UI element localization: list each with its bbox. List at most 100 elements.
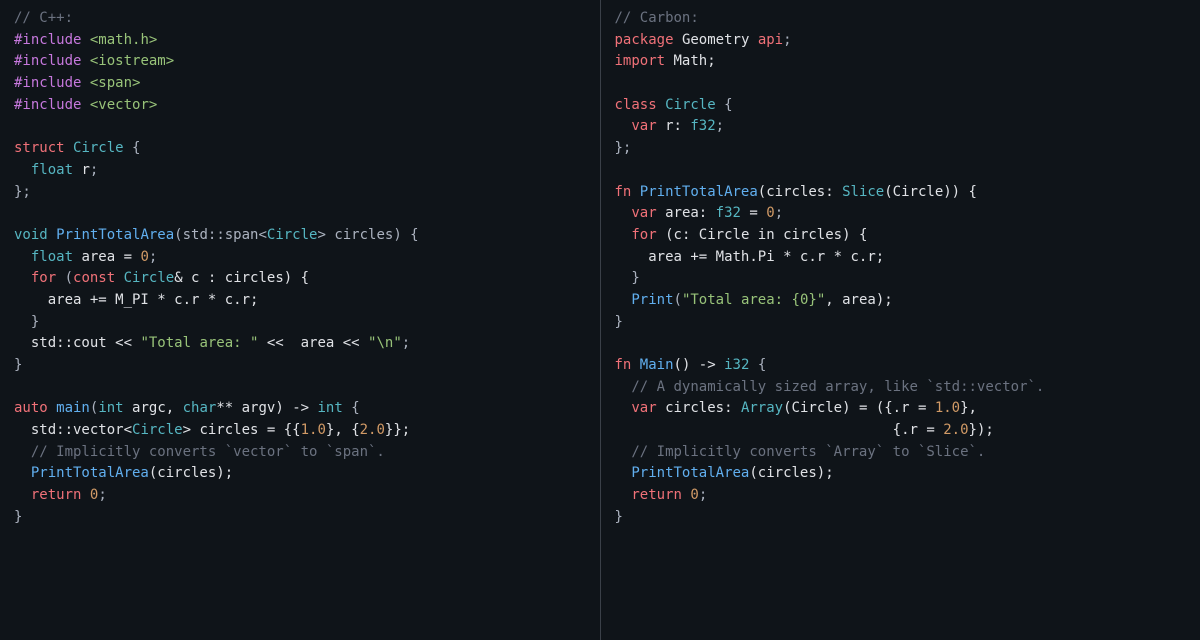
comment: // Implicitly converts `Array` to `Slice…	[615, 444, 986, 460]
carbon-comment: // Carbon:	[615, 10, 699, 26]
struct-keyword: struct	[14, 140, 65, 156]
function-call: Print	[615, 292, 674, 308]
paren: > circles) {	[317, 227, 418, 243]
cpp-comment: // C++:	[14, 10, 73, 26]
return-type: void	[14, 227, 48, 243]
code: area =	[73, 249, 140, 265]
type: Slice	[842, 184, 884, 200]
return-keyword: return	[631, 487, 682, 503]
type: f32	[690, 118, 715, 134]
type: Circle	[132, 422, 183, 438]
string: "Total area: "	[140, 335, 258, 351]
type: Circle	[115, 270, 174, 286]
type: i32	[724, 357, 749, 373]
semicolon: ;	[402, 335, 410, 351]
semicolon: ;	[783, 32, 791, 48]
code: > circles = {{	[183, 422, 301, 438]
import-keyword: import	[615, 53, 666, 69]
include-header: <math.h>	[90, 32, 157, 48]
brace: }	[14, 314, 39, 330]
code: {.r =	[615, 422, 944, 438]
string: "\n"	[368, 335, 402, 351]
param: ** argv) ->	[216, 400, 317, 416]
function-call: PrintTotalArea	[14, 465, 149, 481]
type: char	[183, 400, 217, 416]
code-line: area += Math.Pi * c.r * c.r;	[615, 249, 885, 265]
for-keyword: for	[31, 270, 56, 286]
field-name: r	[81, 162, 89, 178]
semicolon: ;	[775, 205, 783, 221]
semicolon: ;	[98, 487, 106, 503]
code: c : circles) {	[183, 270, 309, 286]
code: (Circle) = ({.r =	[783, 400, 935, 416]
brace: }	[615, 314, 623, 330]
number: 0	[690, 487, 698, 503]
semicolon: ;	[149, 249, 157, 265]
number: 0	[140, 249, 148, 265]
param: argc,	[124, 400, 183, 416]
carbon-code-pane: // Carbon: package Geometry api; import …	[601, 0, 1200, 640]
type: Array	[741, 400, 783, 416]
function-name: PrintTotalArea	[56, 227, 174, 243]
number: 1.0	[301, 422, 326, 438]
brace: }	[14, 357, 22, 373]
class-keyword: class	[615, 97, 657, 113]
auto-keyword: auto	[14, 400, 48, 416]
field-type: float	[31, 162, 73, 178]
fn-keyword: fn	[615, 357, 632, 373]
brace: {	[749, 357, 766, 373]
include-directive: #include	[14, 97, 81, 113]
code: std::cout <<	[14, 335, 140, 351]
function-name: PrintTotalArea	[631, 184, 757, 200]
string: "Total area: {0}"	[682, 292, 825, 308]
package-name: Geometry	[674, 32, 758, 48]
semicolon: ;	[699, 487, 707, 503]
type: int	[318, 400, 343, 416]
include-header: <span>	[90, 75, 141, 91]
var: area:	[657, 205, 716, 221]
comment: // Implicitly converts `vector` to `span…	[14, 444, 385, 460]
args: , area);	[825, 292, 892, 308]
include-directive: #include	[14, 53, 81, 69]
fn-keyword: fn	[615, 184, 632, 200]
include-directive: #include	[14, 75, 81, 91]
number: 0	[766, 205, 774, 221]
var-name: r:	[657, 118, 691, 134]
comment: // A dynamically sized array, like `std:…	[615, 379, 1045, 395]
function-name: Main	[631, 357, 673, 373]
function-call: PrintTotalArea	[615, 465, 750, 481]
type: f32	[716, 205, 741, 221]
args: (circles);	[749, 465, 833, 481]
var-keyword: var	[631, 205, 656, 221]
include-directive: #include	[14, 32, 81, 48]
sig: (Circle)) {	[884, 184, 977, 200]
const-keyword: const	[73, 270, 115, 286]
number: 2.0	[943, 422, 968, 438]
code: }};	[385, 422, 410, 438]
brace: }	[14, 509, 22, 525]
code: std::vector<	[14, 422, 132, 438]
code-line: area += M_PI * c.r * c.r;	[14, 292, 258, 308]
paren: (	[56, 270, 73, 286]
var-keyword: var	[631, 118, 656, 134]
code: }, {	[326, 422, 360, 438]
type: int	[98, 400, 123, 416]
struct-name: Circle	[73, 140, 124, 156]
brace: {	[716, 97, 733, 113]
cpp-code-pane: // C++: #include <math.h> #include <iost…	[0, 0, 600, 640]
var: circles:	[657, 400, 741, 416]
class-name: Circle	[657, 97, 716, 113]
semicolon: ;	[716, 118, 724, 134]
var-keyword: var	[631, 400, 656, 416]
paren: (std::span<	[174, 227, 267, 243]
brace: {	[124, 140, 141, 156]
for-sig: (c: Circle in circles) {	[657, 227, 868, 243]
number: 1.0	[935, 400, 960, 416]
brace: };	[615, 140, 632, 156]
paren: (	[674, 292, 682, 308]
include-header: <iostream>	[90, 53, 174, 69]
import-name: Math;	[665, 53, 716, 69]
sig: () ->	[674, 357, 725, 373]
code: << area <<	[258, 335, 368, 351]
package-keyword: package	[615, 32, 674, 48]
